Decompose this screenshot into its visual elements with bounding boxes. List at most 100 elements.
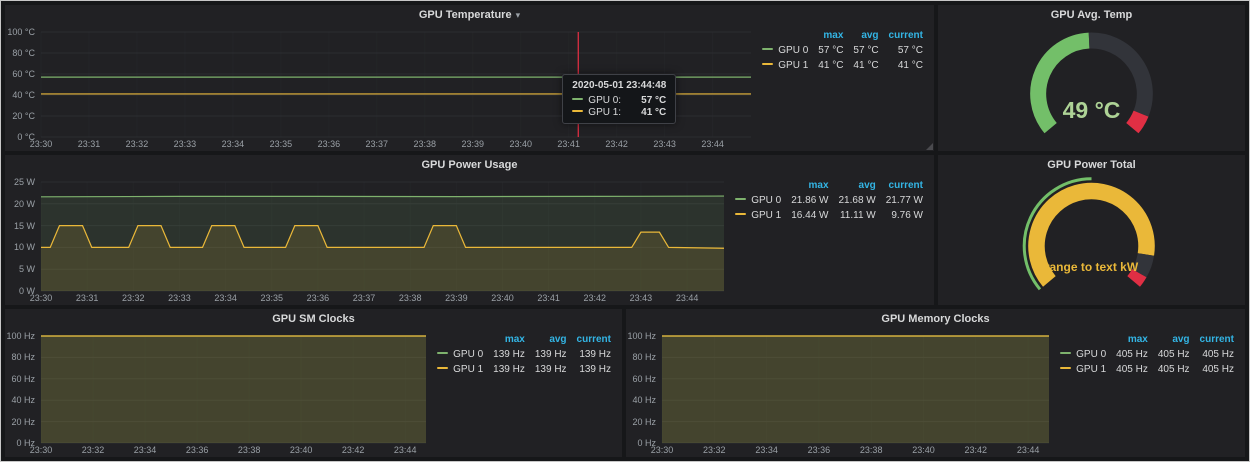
tooltip-series-row: GPU 0:57 °C	[572, 95, 666, 106]
legend-series-gpu-1[interactable]: GPU 1	[1055, 362, 1111, 377]
y-axis-label: 20 Hz	[626, 417, 656, 427]
x-axis-label: 23:38	[854, 445, 888, 455]
y-axis-label: 0 W	[5, 286, 35, 296]
panel-title: GPU Power Usage	[422, 159, 518, 171]
x-axis-label: 23:43	[648, 139, 682, 149]
series-color-icon	[1060, 352, 1071, 354]
legend-header-max[interactable]: max	[813, 28, 848, 43]
y-axis-label: 100 Hz	[5, 331, 35, 341]
gpu-temperature-legend: maxavgcurrentGPU 057 °C57 °C57 °CGPU 141…	[757, 24, 934, 151]
legend-series-gpu-1[interactable]: GPU 1	[730, 208, 786, 223]
legend-value: 405 Hz	[1195, 347, 1239, 362]
x-axis-label: 23:31	[72, 139, 106, 149]
x-axis-label: 23:44	[696, 139, 730, 149]
x-axis-label: 23:34	[750, 445, 784, 455]
x-axis-label: 23:36	[180, 445, 214, 455]
y-axis-label: 100 °C	[5, 27, 35, 37]
legend-header-max[interactable]: max	[488, 332, 530, 347]
legend-series-gpu-1[interactable]: GPU 1	[757, 58, 813, 73]
x-axis-label: 23:34	[209, 293, 243, 303]
sm_clocks-plot[interactable]	[41, 336, 426, 443]
gpu-power-usage-legend: maxavgcurrentGPU 021.86 W21.68 W21.77 WG…	[730, 174, 934, 305]
gpu-sm-clocks-chart[interactable]: 23:3023:3223:3423:3623:3823:4023:4223:44…	[5, 328, 432, 457]
legend-row: GPU 021.86 W21.68 W21.77 W	[730, 193, 928, 208]
panel-title: GPU Memory Clocks	[881, 313, 989, 325]
legend-header-avg[interactable]: avg	[848, 28, 883, 43]
legend-value: 139 Hz	[530, 347, 572, 362]
legend-value: 21.68 W	[834, 193, 881, 208]
x-axis-label: 23:40	[485, 293, 519, 303]
graph-tooltip: 2020-05-01 23:44:48GPU 0:57 °CGPU 1:41 °…	[562, 74, 676, 124]
legend-series-gpu-0[interactable]: GPU 0	[432, 347, 488, 362]
gpu-power-total-gauge: range to text kW	[938, 174, 1245, 305]
legend-series-gpu-0[interactable]: GPU 0	[730, 193, 786, 208]
x-axis-label: 23:31	[70, 293, 104, 303]
gpu-temperature-chart[interactable]: 23:3023:3123:3223:3323:3423:3523:3623:37…	[5, 24, 757, 151]
legend-header-current[interactable]: current	[572, 332, 616, 347]
x-axis-label: 23:38	[393, 293, 427, 303]
x-axis-label: 23:42	[578, 293, 612, 303]
y-axis-label: 0 Hz	[626, 438, 656, 448]
panel-gpu-memory-clocks: GPU Memory Clocks 23:3023:3223:3423:3623…	[626, 309, 1245, 457]
legend-header-current[interactable]: current	[881, 178, 928, 193]
legend-header-spacer	[432, 332, 488, 347]
avg_temp-value-text: 49 °C	[1063, 97, 1121, 123]
x-axis-label: 23:38	[232, 445, 266, 455]
panel-resize-handle[interactable]	[926, 143, 933, 150]
gpu-temperature-panel-menu[interactable]: GPU Temperature ▾	[5, 5, 934, 24]
legend-header-avg[interactable]: avg	[530, 332, 572, 347]
x-axis-label: 23:38	[408, 139, 442, 149]
series-color-icon	[1060, 367, 1071, 369]
panel-title: GPU Temperature	[419, 9, 512, 21]
legend-value: 405 Hz	[1195, 362, 1239, 377]
x-axis-label: 23:35	[264, 139, 298, 149]
x-axis-label: 23:44	[670, 293, 704, 303]
gpu-power-total-panel-menu[interactable]: GPU Power Total	[938, 155, 1245, 174]
series-color-icon	[437, 352, 448, 354]
x-axis-label: 23:33	[162, 293, 196, 303]
legend-series-gpu-0[interactable]: GPU 0	[757, 43, 813, 58]
legend-series-gpu-1[interactable]: GPU 1	[432, 362, 488, 377]
legend-header-avg[interactable]: avg	[1153, 332, 1195, 347]
y-axis-label: 100 Hz	[626, 331, 656, 341]
legend-value: 405 Hz	[1153, 362, 1195, 377]
x-axis-label: 23:36	[802, 445, 836, 455]
gpu-power-usage-chart[interactable]: 23:3023:3123:3223:3323:3423:3523:3623:37…	[5, 174, 730, 305]
x-axis-label: 23:44	[1011, 445, 1045, 455]
x-axis-label: 23:41	[552, 139, 586, 149]
power_total-gauge-svg: range to text kW	[938, 174, 1245, 305]
legend-value: 139 Hz	[572, 347, 616, 362]
legend-header-current[interactable]: current	[1195, 332, 1239, 347]
power-plot[interactable]	[41, 182, 724, 291]
memory_clocks-plot[interactable]	[662, 336, 1049, 443]
gpu-memory-clocks-panel-menu[interactable]: GPU Memory Clocks	[626, 309, 1245, 328]
legend-header-max[interactable]: max	[786, 178, 833, 193]
legend-value: 41 °C	[884, 58, 928, 73]
y-axis-label: 40 Hz	[5, 395, 35, 405]
legend-header-max[interactable]: max	[1111, 332, 1153, 347]
legend-header-avg[interactable]: avg	[834, 178, 881, 193]
y-axis-label: 5 W	[5, 264, 35, 274]
gpu-sm-clocks-legend: maxavgcurrentGPU 0139 Hz139 Hz139 HzGPU …	[432, 328, 622, 457]
x-axis-label: 23:36	[312, 139, 346, 149]
legend-value: 139 Hz	[488, 347, 530, 362]
y-axis-label: 80 Hz	[626, 352, 656, 362]
legend-series-gpu-0[interactable]: GPU 0	[1055, 347, 1111, 362]
legend-row: GPU 141 °C41 °C41 °C	[757, 58, 928, 73]
gpu-avg-temp-panel-menu[interactable]: GPU Avg. Temp	[938, 5, 1245, 24]
gpu-power-usage-panel-menu[interactable]: GPU Power Usage	[5, 155, 934, 174]
dashboard-row-2: GPU Power Usage 23:3023:3123:3223:3323:3…	[5, 155, 1245, 305]
x-axis-label: 23:30	[24, 445, 58, 455]
x-axis-label: 23:42	[600, 139, 634, 149]
gpu-sm-clocks-panel-menu[interactable]: GPU SM Clocks	[5, 309, 622, 328]
legend-value: 11.11 W	[834, 208, 881, 223]
legend-row: GPU 0405 Hz405 Hz405 Hz	[1055, 347, 1239, 362]
panel-gpu-sm-clocks: GPU SM Clocks 23:3023:3223:3423:3623:382…	[5, 309, 622, 457]
x-axis-label: 23:30	[24, 293, 58, 303]
x-axis-label: 23:42	[959, 445, 993, 455]
legend-value: 9.76 W	[881, 208, 928, 223]
legend-header-current[interactable]: current	[884, 28, 928, 43]
y-axis-label: 20 °C	[5, 111, 35, 121]
gpu-memory-clocks-chart[interactable]: 23:3023:3223:3423:3623:3823:4023:4223:44…	[626, 328, 1055, 457]
x-axis-label: 23:36	[301, 293, 335, 303]
